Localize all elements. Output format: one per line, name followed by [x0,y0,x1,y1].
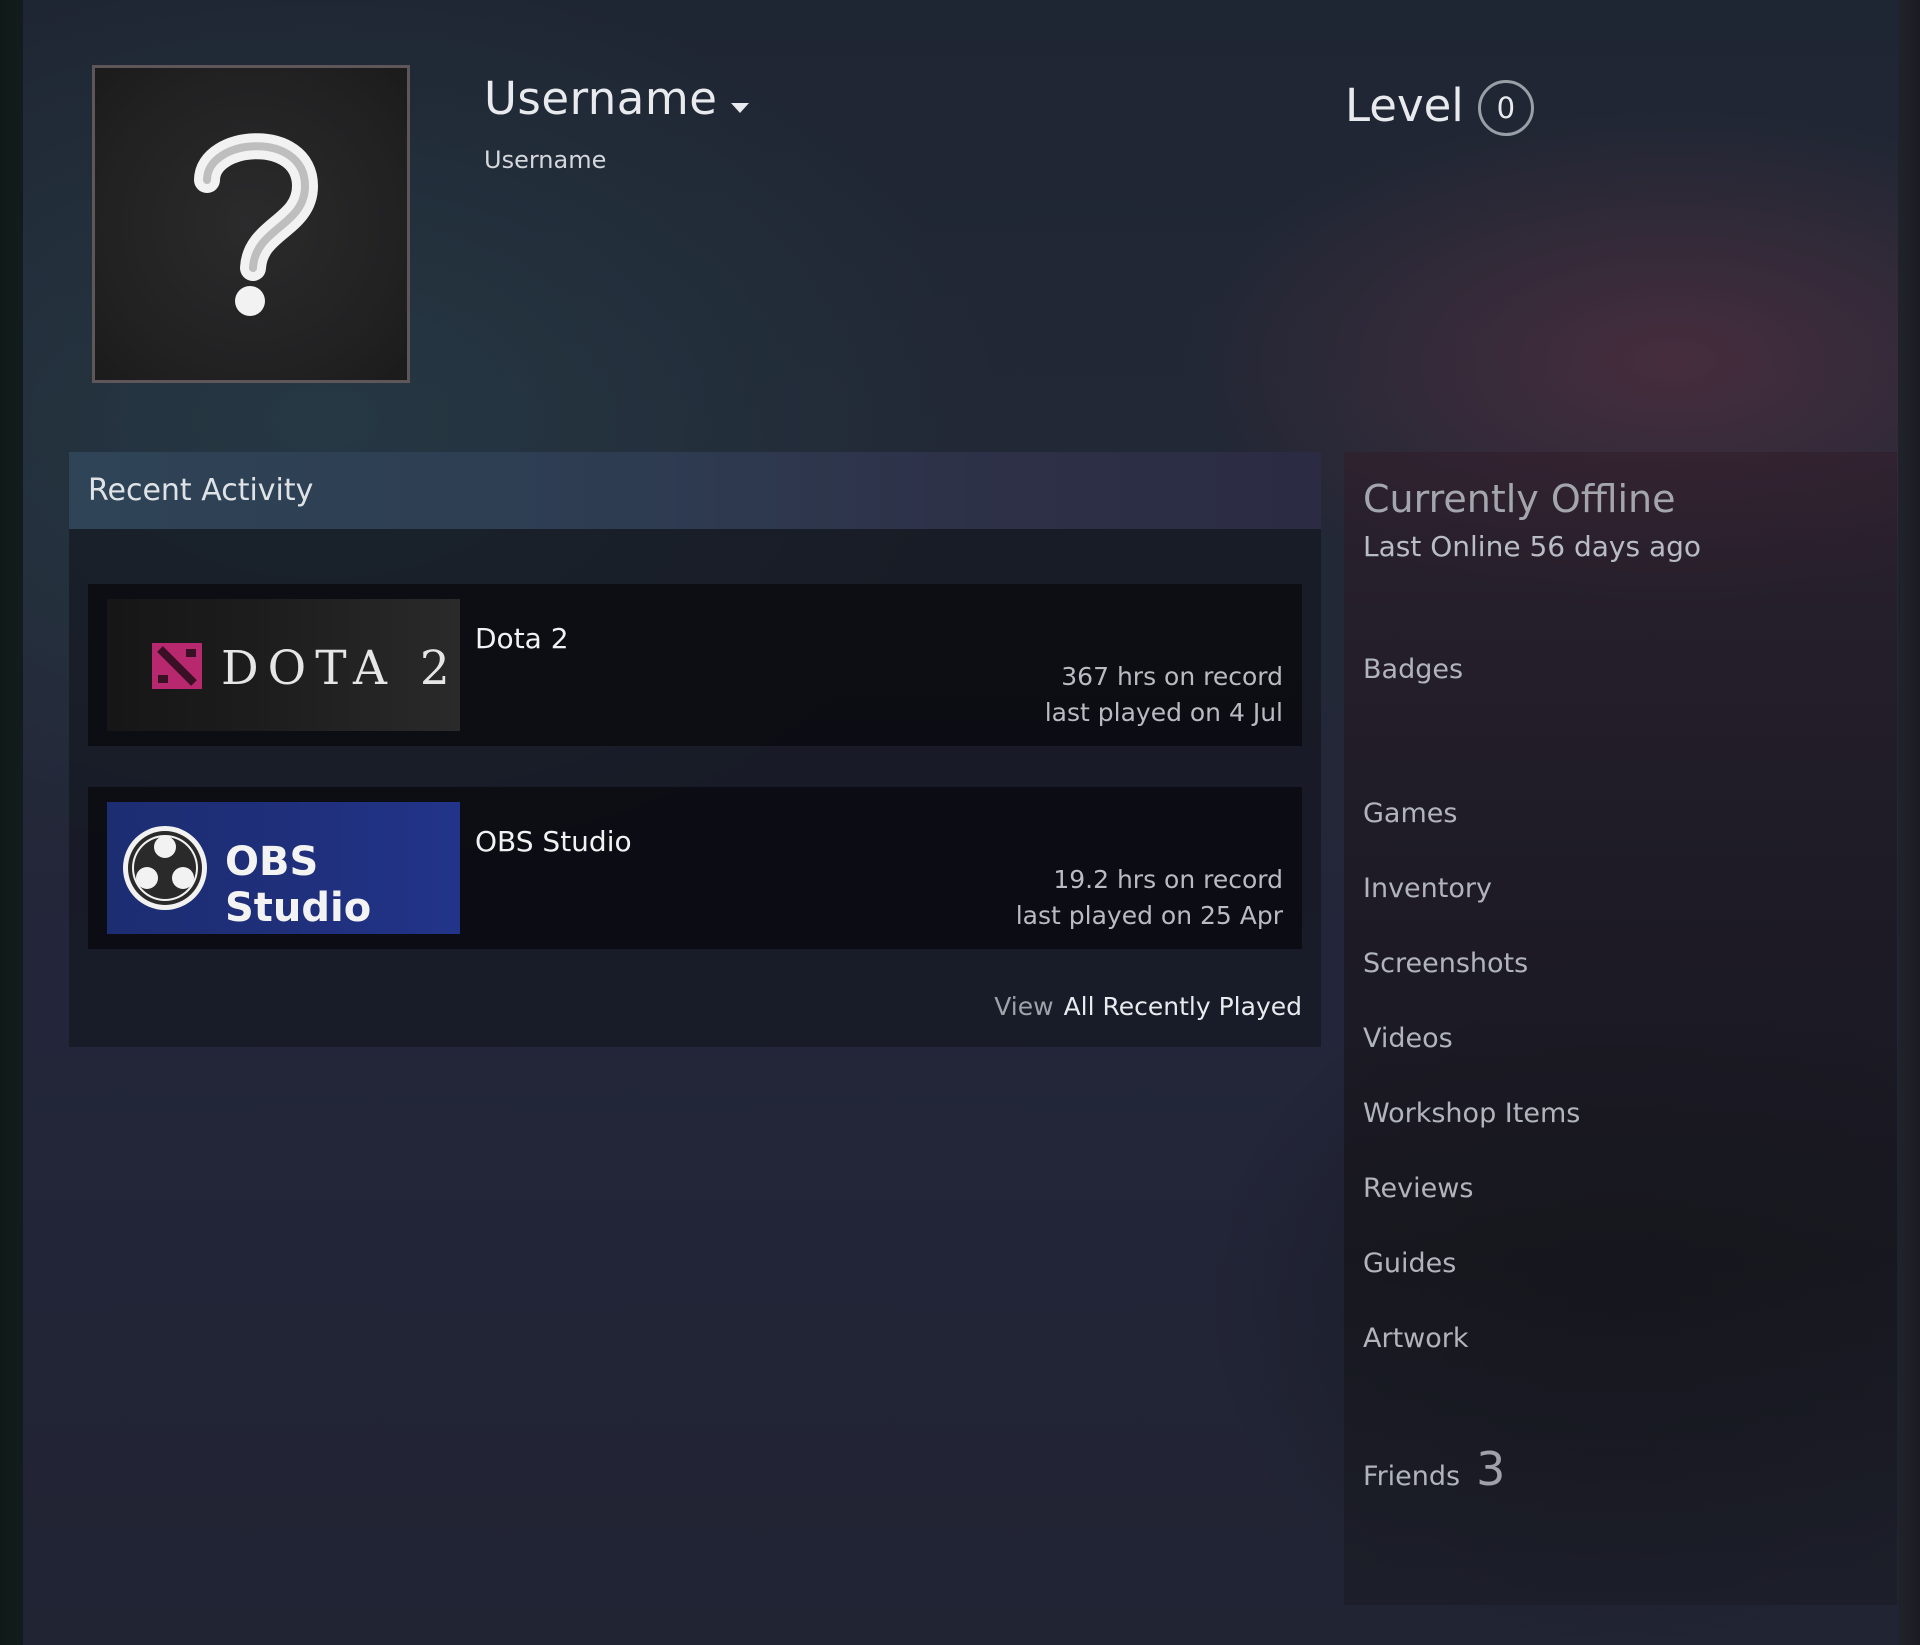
dota-logo-icon [152,643,202,689]
all-recently-played-link[interactable]: All Recently Played [1064,992,1302,1021]
recent-activity-header: Recent Activity [69,452,1321,529]
game-capsule-dota2[interactable]: DOTA 2 [107,599,460,731]
game-capsule-obs-studio[interactable]: OBS Studio [107,802,460,934]
game-row-obs-studio[interactable]: OBS Studio OBS Studio 19.2 hrs on record… [88,787,1302,949]
sidebar-link-reviews[interactable]: Reviews [1363,1173,1473,1204]
friends-link[interactable]: Friends 3 [1363,1442,1505,1496]
sidebar-link-artwork[interactable]: Artwork [1363,1323,1469,1354]
avatar[interactable] [92,65,410,383]
profile-page: Username Username Level 0 Recent Activit… [23,0,1898,1645]
window-right-edge [1898,0,1920,1645]
profile-sidebar: Currently Offline Last Online 56 days ag… [1344,452,1897,1605]
last-online: Last Online 56 days ago [1363,530,1702,563]
level-badge: 0 [1477,80,1534,136]
game-last-played: last played on 25 Apr [1015,901,1283,930]
obs-logo-icon [123,826,207,910]
obs-logo-text: OBS Studio [225,839,372,931]
profile-level[interactable]: Level 0 [1345,74,1534,136]
game-name[interactable]: OBS Studio [475,825,632,858]
sidebar-link-games[interactable]: Games [1363,798,1457,829]
real-name: Username [484,146,607,174]
game-name[interactable]: Dota 2 [475,622,569,655]
game-hours: 367 hrs on record [1061,662,1283,691]
recent-activity-panel: Recent Activity DOTA 2 Dota 2 367 hrs on… [69,452,1321,1047]
game-row-dota2[interactable]: DOTA 2 Dota 2 367 hrs on record last pla… [88,584,1302,746]
sidebar-link-workshop-items[interactable]: Workshop Items [1363,1098,1580,1129]
dota-logo-text: DOTA 2 [221,641,459,696]
game-last-played: last played on 4 Jul [1044,698,1283,727]
sidebar-link-screenshots[interactable]: Screenshots [1363,948,1528,979]
sidebar-link-badges[interactable]: Badges [1363,654,1463,685]
question-mark-icon [194,133,319,316]
online-status: Currently Offline [1363,477,1676,521]
sidebar-link-videos[interactable]: Videos [1363,1023,1453,1054]
chevron-down-icon [731,102,750,113]
sidebar-link-guides[interactable]: Guides [1363,1248,1456,1279]
persona-name-dropdown[interactable]: Username [484,72,750,125]
friends-count: 3 [1476,1442,1506,1496]
recent-activity-title: Recent Activity [88,473,314,508]
view-prefix: View [994,992,1054,1021]
view-all-recently-played: View All Recently Played [994,992,1302,1021]
game-hours: 19.2 hrs on record [1053,865,1283,894]
sidebar-link-inventory[interactable]: Inventory [1363,873,1492,904]
friends-label: Friends [1363,1461,1461,1492]
persona-name: Username [484,72,718,125]
level-label: Level [1345,78,1464,132]
